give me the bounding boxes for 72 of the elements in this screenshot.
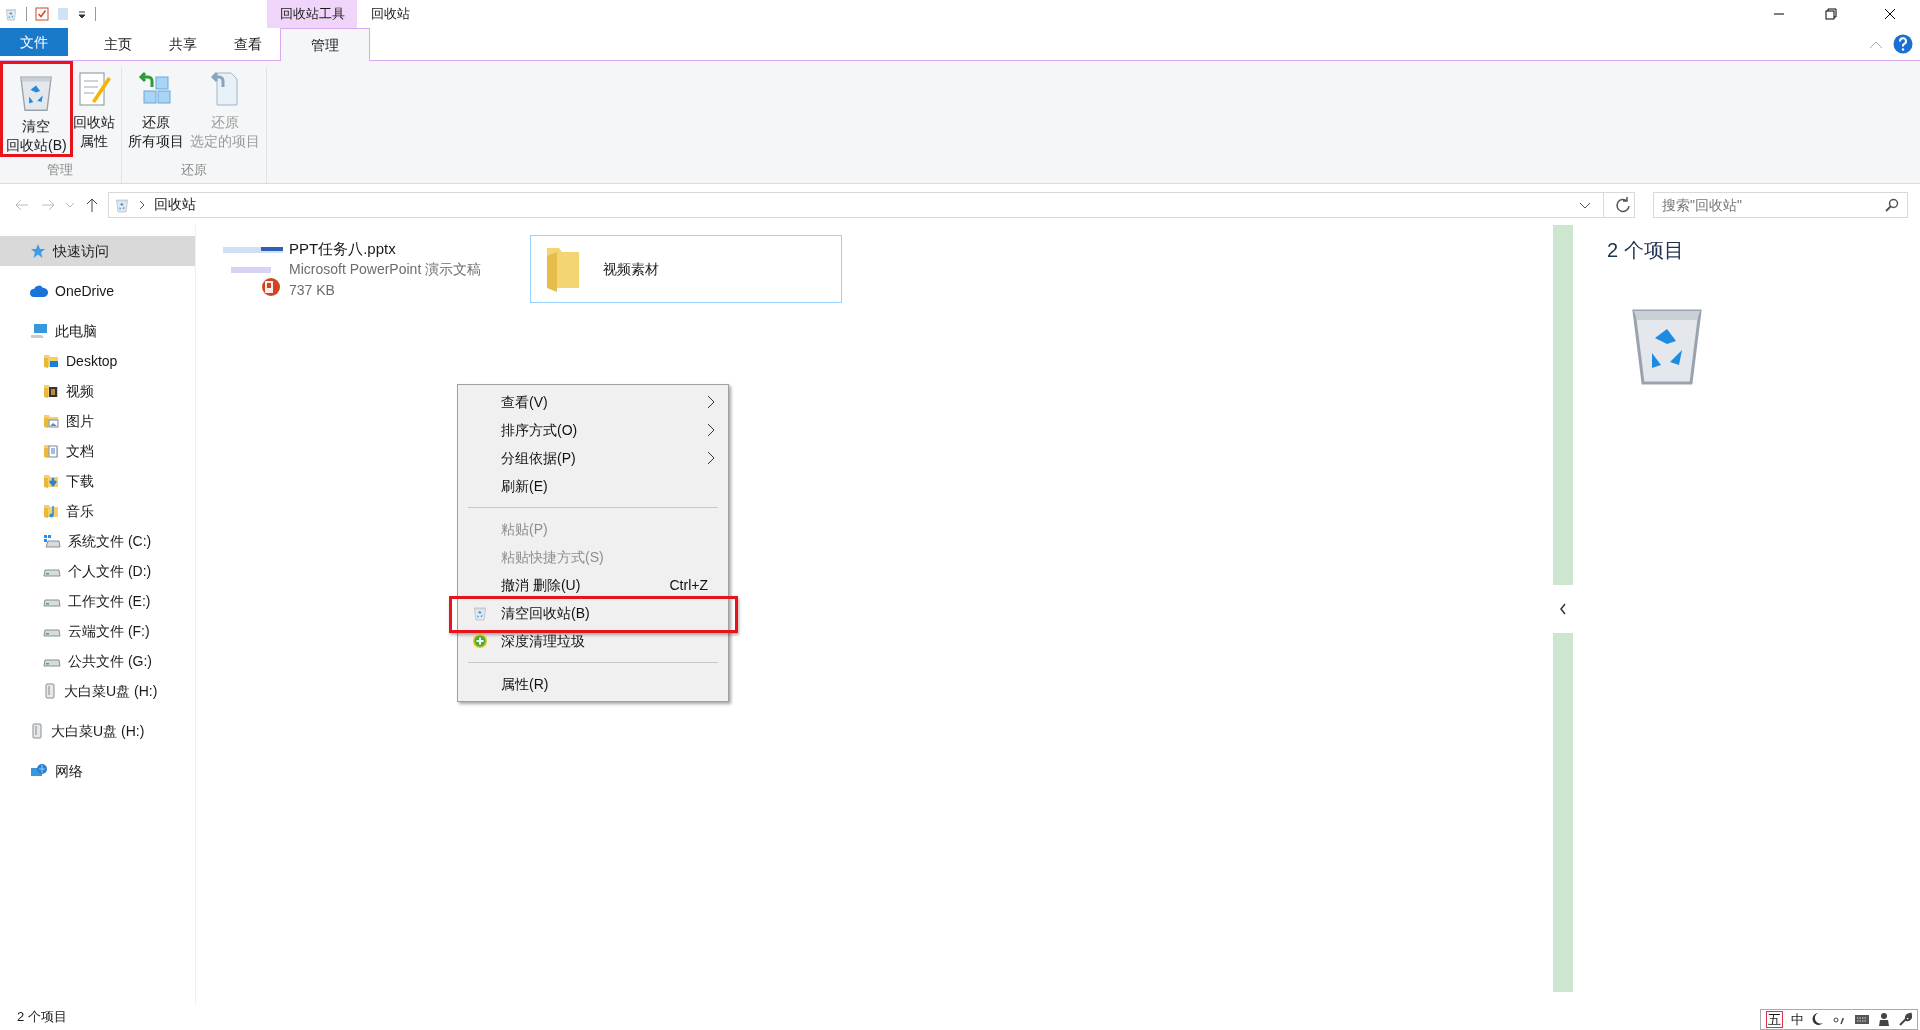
ribbon-button[interactable]: 清空 回收站(B) bbox=[3, 67, 70, 155]
recycle-bin-icon bbox=[114, 196, 130, 213]
shield-plus-icon bbox=[471, 633, 488, 649]
sidebar-item[interactable]: 公共文件 (G:) bbox=[0, 646, 195, 676]
ribbon-tab[interactable]: 管理 bbox=[280, 28, 370, 61]
sidebar-item[interactable]: OneDrive bbox=[0, 276, 195, 306]
menu-item[interactable]: 清空回收站(B) bbox=[458, 599, 728, 627]
menu-item[interactable]: 排序方式(O) bbox=[458, 416, 728, 444]
sidebar-item[interactable]: 图片 bbox=[0, 406, 195, 436]
file-name: PPT任务八.pptx bbox=[289, 238, 397, 259]
sidebar-item[interactable]: 文档 bbox=[0, 436, 195, 466]
ribbon-button[interactable]: 还原 所有项目 bbox=[124, 67, 187, 151]
chevron-right-icon bbox=[138, 198, 146, 211]
sidebar-item[interactable]: 系统文件 (C:) bbox=[0, 526, 195, 556]
sidebar-item[interactable]: 快速访问 bbox=[0, 236, 195, 266]
sidebar-item[interactable]: 个人文件 (D:) bbox=[0, 556, 195, 586]
search-field[interactable]: 搜索"回收站" bbox=[1653, 191, 1908, 218]
sidebar-item[interactable]: 工作文件 (E:) bbox=[0, 586, 195, 616]
file-type: Microsoft PowerPoint 演示文稿 bbox=[289, 259, 482, 279]
usb-drive-icon bbox=[30, 723, 44, 739]
recycle-bin-icon bbox=[471, 605, 488, 621]
usb-drive-icon bbox=[43, 683, 57, 699]
window-title: 回收站 bbox=[371, 5, 410, 24]
sidebar-item[interactable]: Desktop bbox=[0, 346, 195, 376]
moon-icon[interactable] bbox=[1812, 1012, 1824, 1026]
sidebar-item[interactable]: 下载 bbox=[0, 466, 195, 496]
search-icon bbox=[1884, 196, 1900, 213]
cloud-icon bbox=[30, 285, 48, 297]
group-label: 还原 bbox=[180, 160, 207, 179]
ribbon-button[interactable]: 回收站 属性 bbox=[69, 67, 118, 151]
ribbon-tab[interactable]: 共享 bbox=[150, 28, 215, 60]
ribbon-tab[interactable]: 主页 bbox=[85, 28, 150, 60]
network-icon bbox=[30, 763, 48, 779]
user-icon[interactable] bbox=[1878, 1012, 1890, 1026]
menu-item[interactable]: 撤消 删除(U) Ctrl+Z bbox=[458, 571, 728, 599]
sidebar-item[interactable]: 音乐 bbox=[0, 496, 195, 526]
computer-icon bbox=[30, 323, 48, 339]
checkbox-icon[interactable] bbox=[35, 7, 49, 21]
menu-item[interactable]: 属性(R) bbox=[458, 670, 728, 698]
sidebar-item[interactable]: 网络 bbox=[0, 756, 195, 786]
shortcut-label: Ctrl+Z bbox=[669, 575, 708, 595]
ime-button[interactable]: 中 bbox=[1791, 1011, 1804, 1027]
path-segment[interactable]: 回收站 bbox=[154, 194, 196, 215]
ime-button[interactable]: 五 bbox=[1766, 1010, 1783, 1028]
file-size: 737 KB bbox=[289, 280, 336, 300]
star-icon bbox=[30, 243, 46, 259]
chevron-left-icon[interactable] bbox=[1558, 601, 1568, 616]
sidebar-item[interactable]: 云端文件 (F:) bbox=[0, 616, 195, 646]
ribbon-tab[interactable]: 查看 bbox=[215, 28, 280, 60]
item-count: 2 个项目 bbox=[1607, 238, 1685, 263]
sidebar-item[interactable]: 此电脑 bbox=[0, 316, 195, 346]
menu-item[interactable]: 刷新(E) bbox=[458, 472, 728, 500]
help-icon[interactable] bbox=[1892, 33, 1914, 55]
sidebar-item[interactable]: 大白菜U盘 (H:) bbox=[0, 676, 195, 706]
menu-item[interactable]: 深度清理垃圾 bbox=[458, 627, 728, 655]
dropdown-icon[interactable] bbox=[77, 9, 87, 19]
group-label: 管理 bbox=[47, 160, 74, 179]
file-tab[interactable]: 文件 bbox=[0, 28, 68, 56]
sidebar-item[interactable]: 大白菜U盘 (H:) bbox=[0, 716, 195, 746]
sidebar-item[interactable]: 视频 bbox=[0, 376, 195, 406]
status-text: 2 个项目 bbox=[17, 1008, 67, 1027]
wrench-icon[interactable] bbox=[1898, 1012, 1912, 1026]
folder-name: 视频素材 bbox=[603, 259, 660, 279]
keyboard-icon[interactable] bbox=[1854, 1013, 1870, 1025]
file-item[interactable]: 视频素材 bbox=[530, 235, 843, 303]
drive-icon bbox=[43, 534, 61, 548]
file-item[interactable]: PPT任务八.pptx Microsoft PowerPoint 演示文稿 737 KB bbox=[220, 235, 487, 303]
menu-item[interactable]: 查看(V) bbox=[458, 388, 728, 416]
address-bar[interactable]: 回收站 bbox=[108, 191, 1635, 218]
tool-group-label: 回收站工具 bbox=[267, 0, 357, 28]
menu-item[interactable]: 分组依据(P) bbox=[458, 444, 728, 472]
recycle-bin-icon bbox=[4, 7, 18, 21]
